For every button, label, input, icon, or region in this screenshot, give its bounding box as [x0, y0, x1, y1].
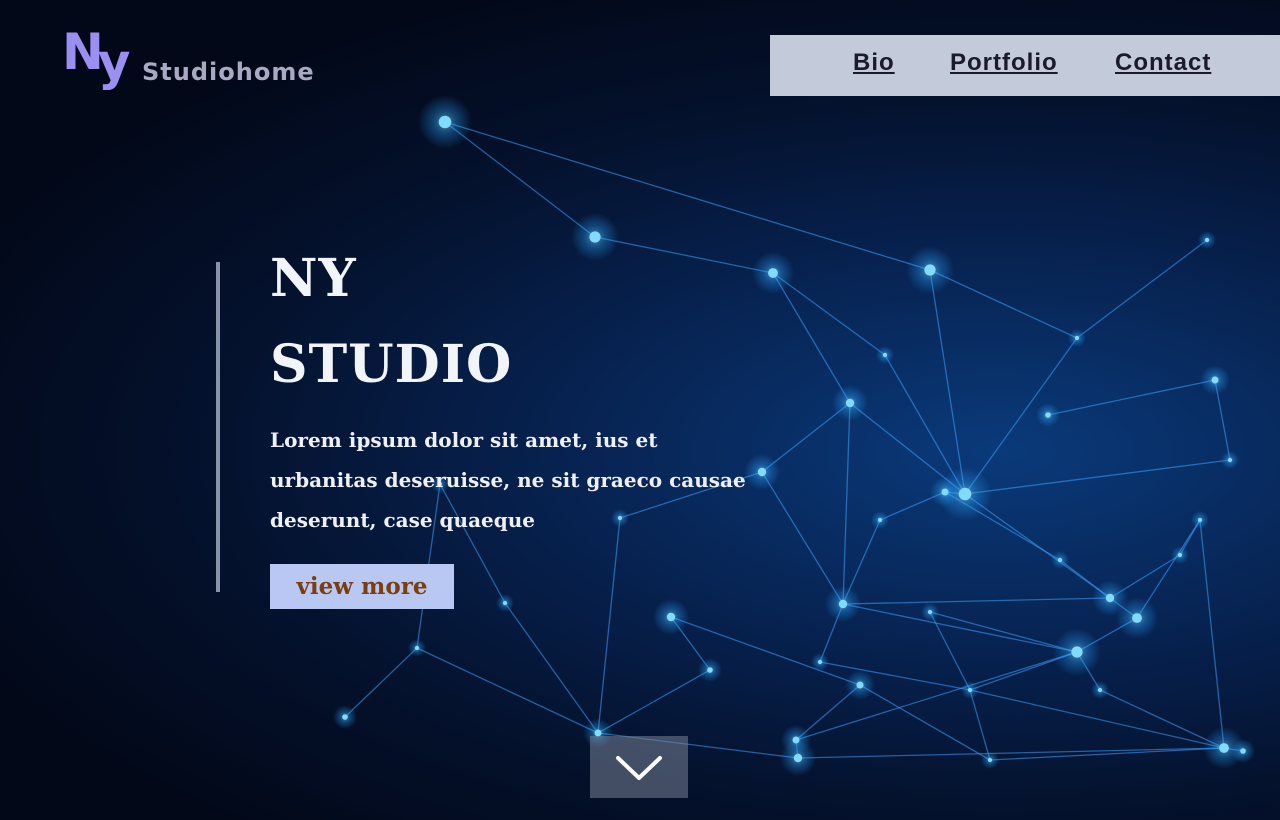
brand-logo[interactable]: Ny Studiohome: [62, 22, 342, 94]
chevron-down-icon: [616, 756, 662, 780]
hero-accent-bar: [216, 262, 220, 592]
logo-mark: Ny: [62, 23, 130, 91]
hero-description: Lorem ipsum dolor sit amet, ius et urbani…: [270, 428, 746, 532]
scroll-down-button[interactable]: [590, 736, 688, 798]
hero-title: NY STUDIO: [270, 248, 513, 395]
top-nav: Bio Portfolio Contact: [770, 35, 1280, 96]
nav-link-bio[interactable]: Bio: [853, 49, 895, 77]
background-network-graphic: [333, 95, 1255, 776]
view-more-button[interactable]: view more: [270, 564, 454, 609]
nav-link-portfolio[interactable]: Portfolio: [950, 49, 1058, 77]
brand-name: Studiohome: [142, 58, 315, 86]
nav-link-contact[interactable]: Contact: [1115, 49, 1211, 77]
